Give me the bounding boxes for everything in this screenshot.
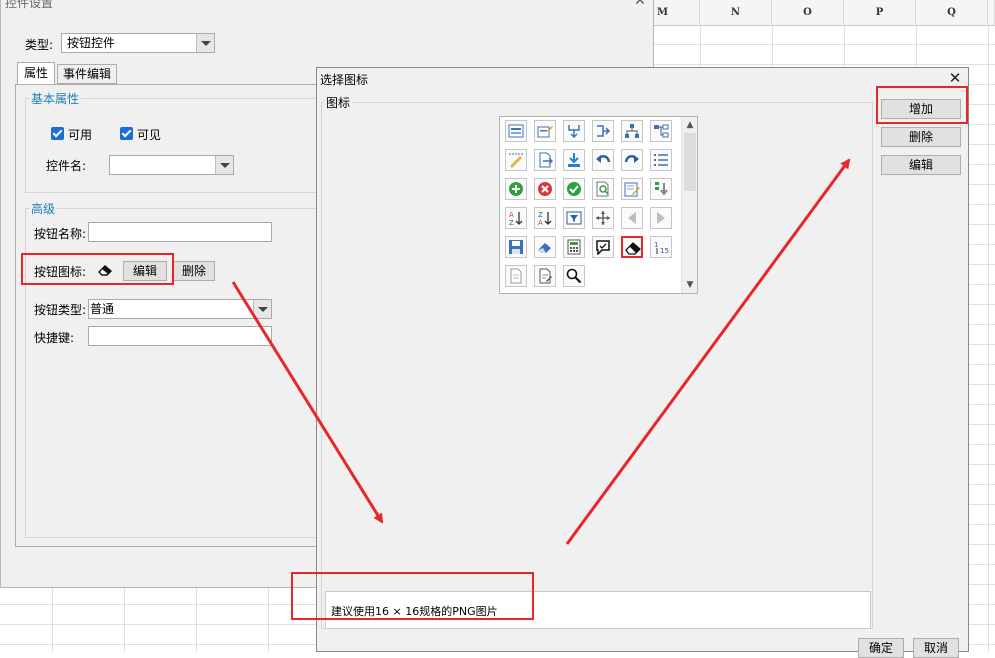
edit-note-icon[interactable] bbox=[621, 178, 643, 200]
visible-label: 可见 bbox=[137, 128, 162, 142]
basic-properties-title: 基本属性 bbox=[29, 90, 82, 107]
button-type-select[interactable]: 普通 bbox=[88, 299, 272, 319]
move-down-icon[interactable] bbox=[650, 178, 672, 200]
enabled-label: 可用 bbox=[68, 128, 93, 142]
highlight-box bbox=[291, 572, 534, 620]
hierarchy-icon[interactable] bbox=[650, 120, 672, 142]
tab-properties[interactable]: 属性 bbox=[17, 62, 55, 85]
scroll-down-icon[interactable]: ▼ bbox=[683, 279, 697, 291]
chevron-down-icon[interactable] bbox=[253, 300, 271, 318]
merge-down-icon[interactable] bbox=[563, 120, 585, 142]
sort-za-icon[interactable]: ZA bbox=[534, 207, 556, 229]
column-header-n[interactable]: N bbox=[700, 0, 772, 26]
eraser-blue-icon[interactable] bbox=[534, 236, 556, 258]
button-type-value: 普通 bbox=[90, 302, 115, 316]
visible-checkbox[interactable] bbox=[120, 127, 133, 140]
select-icon-dialog: 选择图标 ✕ 图标 ▲ ▼ 增加 删除 编辑 建议使用16 × 16规格的PNG… bbox=[291, 67, 969, 658]
chevron-down-icon[interactable] bbox=[215, 156, 233, 174]
scrollbar-thumb[interactable] bbox=[684, 133, 696, 191]
button-name-input[interactable] bbox=[88, 222, 272, 242]
previous-icon[interactable] bbox=[621, 207, 643, 229]
type-select-value: 按钮控件 bbox=[67, 36, 116, 50]
column-header-next bbox=[988, 0, 995, 26]
list-icon[interactable] bbox=[650, 149, 672, 171]
button-name-label: 按钮名称: bbox=[34, 227, 87, 241]
svg-text:A: A bbox=[538, 219, 543, 226]
check-circle-icon[interactable] bbox=[563, 178, 585, 200]
delete-button[interactable]: 删除 bbox=[881, 127, 961, 147]
move-arrows-icon[interactable] bbox=[592, 207, 614, 229]
add-circle-icon[interactable] bbox=[505, 178, 527, 200]
sheet-column-line bbox=[988, 26, 989, 652]
svg-text:15: 15 bbox=[660, 247, 669, 255]
edit-form-icon[interactable] bbox=[534, 120, 556, 142]
form-icon[interactable] bbox=[505, 120, 527, 142]
export-page-icon[interactable] bbox=[534, 149, 556, 171]
icons-group-title: 图标 bbox=[324, 94, 353, 111]
delete-circle-icon[interactable] bbox=[534, 178, 556, 200]
svg-text:Z: Z bbox=[509, 219, 514, 226]
save-icon[interactable] bbox=[505, 236, 527, 258]
search-page-icon[interactable] bbox=[592, 178, 614, 200]
calculator-icon[interactable] bbox=[563, 236, 585, 258]
basic-properties-group bbox=[25, 98, 317, 193]
dialog-title: 控件设置 bbox=[5, 0, 54, 10]
chevron-down-icon[interactable] bbox=[196, 34, 214, 52]
button-type-label: 按钮类型: bbox=[34, 303, 87, 317]
icon-delete-button[interactable]: 删除 bbox=[173, 261, 215, 281]
column-header-o[interactable]: O bbox=[772, 0, 844, 26]
type-select[interactable]: 按钮控件 bbox=[61, 33, 215, 53]
sort-numbers-icon[interactable]: 1 15 bbox=[650, 236, 672, 258]
tab-event-edit[interactable]: 事件编辑 bbox=[57, 64, 117, 84]
type-label: 类型: bbox=[25, 38, 54, 52]
document-grey-icon[interactable] bbox=[505, 265, 527, 287]
filter-icon[interactable] bbox=[563, 207, 585, 229]
svg-text:A: A bbox=[509, 211, 514, 219]
document-edit-icon[interactable] bbox=[534, 265, 556, 287]
edit-button[interactable]: 编辑 bbox=[881, 155, 961, 175]
ok-button[interactable]: 确定 bbox=[858, 638, 904, 658]
advanced-group-title: 高级 bbox=[29, 200, 58, 217]
magnifier-icon[interactable] bbox=[563, 265, 585, 287]
sort-az-icon[interactable]: AZ bbox=[505, 207, 527, 229]
shortcut-input[interactable] bbox=[88, 326, 272, 346]
ruler-edit-icon[interactable] bbox=[505, 149, 527, 171]
svg-text:Z: Z bbox=[538, 211, 543, 219]
close-icon[interactable]: ✕ bbox=[947, 70, 963, 86]
highlight-box bbox=[876, 86, 968, 124]
enabled-checkbox[interactable] bbox=[51, 127, 64, 140]
comment-icon[interactable] bbox=[592, 236, 614, 258]
scroll-up-icon[interactable]: ▲ bbox=[683, 119, 697, 131]
shortcut-label: 快捷键: bbox=[34, 331, 75, 345]
tree-structure-icon[interactable] bbox=[621, 120, 643, 142]
dialog-title: 选择图标 bbox=[320, 73, 369, 87]
svg-text:1: 1 bbox=[654, 241, 658, 249]
import-icon[interactable] bbox=[563, 149, 585, 171]
icon-grid bbox=[499, 116, 698, 294]
eraser-icon[interactable] bbox=[621, 236, 643, 258]
branch-right-icon[interactable] bbox=[592, 120, 614, 142]
highlight-box bbox=[21, 253, 174, 285]
next-icon[interactable] bbox=[650, 207, 672, 229]
close-icon[interactable]: ✕ bbox=[633, 0, 647, 8]
undo-icon[interactable] bbox=[592, 149, 614, 171]
redo-icon[interactable] bbox=[621, 149, 643, 171]
cancel-button[interactable]: 取消 bbox=[913, 638, 959, 658]
control-name-select[interactable] bbox=[109, 155, 234, 175]
column-header-p[interactable]: P bbox=[844, 0, 916, 26]
column-header-q[interactable]: Q bbox=[916, 0, 988, 26]
control-name-label: 控件名: bbox=[46, 159, 87, 173]
icon-grid-scrollbar[interactable]: ▲ ▼ bbox=[681, 117, 697, 293]
